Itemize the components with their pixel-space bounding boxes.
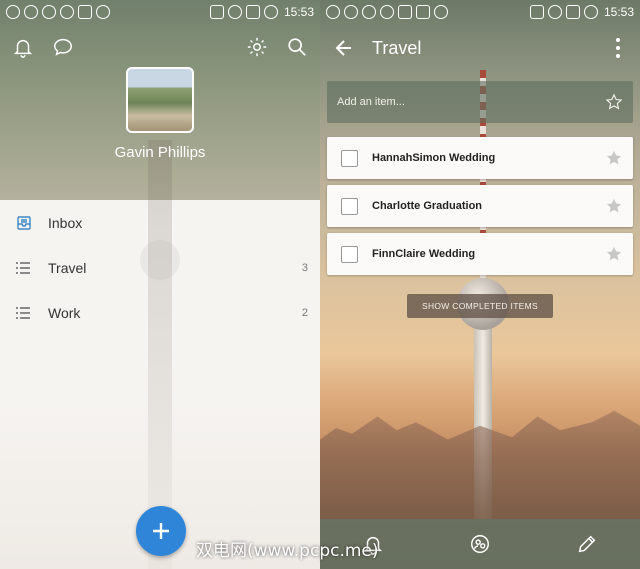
add-item-field[interactable]: Add an item... — [327, 81, 633, 123]
watermark: 双电网(www.pcpc.me) — [196, 541, 379, 561]
more-options-icon[interactable] — [610, 36, 626, 60]
battery-icon — [583, 5, 598, 19]
task-label: FinnClaire Wedding — [372, 248, 476, 260]
list-toolbar: Travel — [320, 24, 640, 72]
page-title: Travel — [372, 37, 422, 58]
pencil-icon[interactable] — [575, 532, 599, 556]
task-item[interactable]: Charlotte Graduation — [327, 185, 633, 227]
messenger-icon — [60, 5, 74, 19]
battery-icon — [263, 5, 278, 19]
avatar[interactable] — [126, 67, 194, 133]
list-icon — [16, 306, 32, 319]
messenger-icon — [380, 5, 394, 19]
sidebar-item-inbox[interactable]: Inbox — [0, 200, 320, 245]
star-icon[interactable] — [605, 197, 623, 215]
lists-menu: Inbox Travel 3 Work 2 — [0, 200, 320, 335]
sidebar-item-travel[interactable]: Travel 3 — [0, 245, 320, 290]
star-icon[interactable] — [605, 149, 623, 167]
sidebar-item-label: Travel — [48, 259, 87, 276]
list-count: 2 — [301, 306, 308, 319]
sidebar-item-label: Inbox — [48, 214, 83, 231]
wifi-icon — [227, 5, 242, 19]
add-item-placeholder: Add an item... — [337, 96, 405, 108]
task-label: Charlotte Graduation — [372, 200, 483, 212]
search-icon[interactable] — [286, 36, 308, 58]
notification-icon — [42, 5, 56, 19]
list-icon — [16, 261, 32, 274]
task-checkbox[interactable] — [341, 245, 358, 263]
status-bar: 15:53 — [0, 0, 320, 24]
gear-icon[interactable] — [246, 36, 268, 58]
plus-icon — [153, 523, 169, 539]
user-name: Gavin Phillips — [114, 144, 206, 161]
notification-icon — [398, 5, 412, 19]
status-bar: 15:53 — [320, 0, 640, 24]
notification-icon — [24, 5, 38, 19]
status-time: 15:53 — [603, 5, 634, 19]
task-item[interactable]: HannahSimon Wedding — [327, 137, 633, 179]
back-arrow-icon[interactable] — [334, 37, 356, 59]
signal-icon — [565, 5, 580, 19]
notification-icon — [344, 5, 358, 19]
vibrate-icon — [529, 5, 544, 19]
inbox-icon — [16, 215, 32, 231]
share-icon[interactable] — [468, 532, 492, 556]
status-time: 15:53 — [283, 5, 314, 19]
task-checkbox[interactable] — [341, 149, 358, 167]
notification-icon — [78, 5, 92, 19]
notification-icon — [96, 5, 110, 19]
notification-icon — [6, 5, 20, 19]
wifi-icon — [547, 5, 562, 19]
notification-icon — [434, 5, 448, 19]
notification-icon — [362, 5, 376, 19]
task-item[interactable]: FinnClaire Wedding — [327, 233, 633, 275]
task-label: HannahSimon Wedding — [372, 152, 496, 164]
show-completed-button[interactable]: SHOW COMPLETED ITEMS — [407, 294, 553, 318]
bell-icon[interactable] — [12, 36, 34, 58]
star-icon[interactable] — [605, 93, 623, 111]
sidebar-item-work[interactable]: Work 2 — [0, 290, 320, 335]
notification-icons — [6, 5, 110, 19]
list-count: 3 — [301, 261, 308, 274]
notification-icon — [326, 5, 340, 19]
notification-icons — [326, 5, 448, 19]
sidebar-item-label: Work — [48, 304, 81, 321]
star-icon[interactable] — [605, 245, 623, 263]
lists-drawer-screen: 15:53 Gavin Phillips Inbox Travel 3 Work… — [0, 0, 320, 569]
task-checkbox[interactable] — [341, 197, 358, 215]
add-list-button[interactable] — [136, 506, 186, 556]
notification-icon — [416, 5, 430, 19]
signal-icon — [245, 5, 260, 19]
chat-icon[interactable] — [52, 36, 74, 58]
vibrate-icon — [209, 5, 224, 19]
